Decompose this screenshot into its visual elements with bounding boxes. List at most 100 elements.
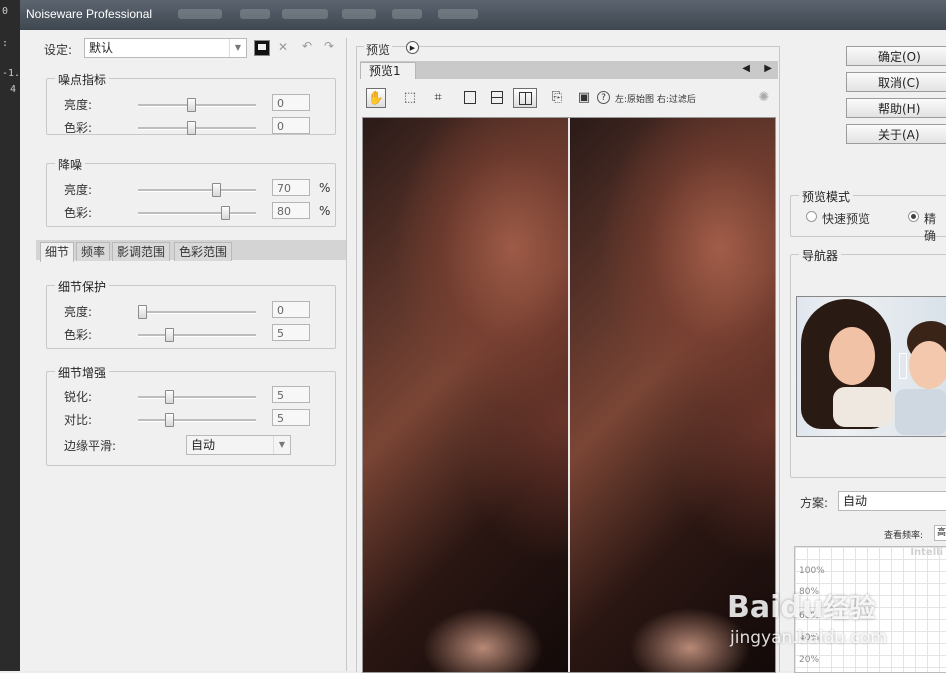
noise-brightness-value[interactable]: 0	[272, 94, 310, 111]
redo-icon[interactable]: ↷	[324, 39, 334, 53]
save-icon[interactable]	[254, 40, 270, 56]
denoise-brightness-value[interactable]: 70	[272, 179, 310, 196]
title-bar[interactable]: Noiseware Professional	[20, 0, 946, 30]
detail-enhance-title: 细节增强	[55, 364, 110, 381]
preset-value: 默认	[89, 41, 114, 55]
split-vertical-icon[interactable]	[513, 88, 537, 108]
navigator-viewport[interactable]	[899, 353, 907, 379]
host-glyph: 4	[10, 84, 17, 95]
preview-image[interactable]	[362, 117, 776, 673]
preview-tabbar: 预览1 ◀ ▶	[360, 61, 778, 79]
watermark-url: jingyan.baidu.com	[730, 628, 887, 648]
navigator-thumbnail[interactable]	[796, 296, 946, 437]
host-glyph: :	[2, 38, 9, 49]
graph-title: Intelli	[910, 547, 943, 558]
color-label: 色彩:	[64, 206, 93, 220]
cancel-button[interactable]: 取消(C)	[846, 72, 946, 92]
denoise-brightness-slider[interactable]	[138, 183, 256, 197]
noise-color-value[interactable]: 0	[272, 117, 310, 134]
tab-tonal-range[interactable]: 影调范围	[112, 242, 171, 261]
chevron-down-icon[interactable]: ▼	[273, 436, 290, 454]
navigator-title: 导航器	[799, 247, 842, 264]
edge-smooth-select[interactable]: 自动 ▼	[186, 435, 291, 455]
tab-detail[interactable]: 细节	[40, 242, 75, 262]
chevron-left-icon[interactable]: ◀	[742, 63, 750, 74]
brightness-label: 亮度:	[64, 183, 93, 197]
tab-frequency[interactable]: 频率	[76, 242, 111, 261]
denoise-color-value[interactable]: 80	[272, 202, 310, 219]
protect-brightness-value[interactable]: 0	[272, 301, 310, 318]
crop-select-icon[interactable]: ⌗	[428, 88, 448, 108]
single-view-icon[interactable]	[460, 88, 480, 108]
detail-protect-title: 细节保护	[55, 278, 110, 295]
export-icon[interactable]: ⎘	[547, 88, 567, 108]
noise-level-title: 噪点指标	[55, 71, 110, 88]
fast-preview-radio[interactable]	[806, 211, 817, 222]
scheme-select[interactable]: 自动	[838, 491, 946, 511]
preview-header: 预览 ▶	[352, 38, 778, 58]
noise-brightness-slider[interactable]	[138, 98, 256, 112]
detail-tabstrip: 细节 频率 影调范围 色彩范围	[36, 240, 346, 262]
lasso-icon[interactable]: ⬚	[400, 88, 420, 108]
slider-thumb[interactable]	[221, 206, 230, 220]
slider-thumb[interactable]	[187, 121, 196, 135]
color-label: 色彩:	[64, 121, 93, 135]
window-title: Noiseware Professional	[26, 7, 153, 21]
edge-smooth-label: 边缘平滑:	[64, 439, 117, 453]
accurate-preview-radio[interactable]	[908, 211, 919, 222]
settings-panel: 设定: 默认 ▼ ✕ ↶ ↷ 噪点指标 亮度: 0 色彩: 0 降噪 亮度: 7…	[36, 38, 347, 671]
play-icon[interactable]: ▶	[406, 41, 419, 54]
preview-hint: 左:原始图 右:过滤后	[615, 95, 696, 105]
contrast-value[interactable]: 5	[272, 409, 310, 426]
undo-icon[interactable]: ↶	[302, 39, 312, 53]
chevron-down-icon[interactable]: ▼	[229, 39, 246, 57]
clipboard-icon[interactable]: ▣	[574, 88, 594, 108]
accurate-preview-label[interactable]: 精确	[924, 210, 946, 244]
contrast-slider[interactable]	[138, 413, 256, 427]
tab-color-range[interactable]: 色彩范围	[174, 242, 233, 261]
sharpen-label: 锐化:	[64, 390, 93, 404]
slider-thumb[interactable]	[165, 328, 174, 342]
blurred-menu	[438, 9, 478, 19]
graph-tick: 100%	[799, 566, 825, 576]
protect-color-value[interactable]: 5	[272, 324, 310, 341]
delete-icon[interactable]: ✕	[278, 40, 288, 54]
watermark-brand: Baidu	[727, 590, 824, 625]
hand-tool-icon[interactable]: ✋	[366, 88, 386, 108]
slider-thumb[interactable]	[138, 305, 147, 319]
tab-preview1[interactable]: 预览1	[360, 62, 416, 79]
settings-label: 设定:	[44, 43, 73, 57]
brightness-label: 亮度:	[64, 305, 93, 319]
denoise-color-slider[interactable]	[138, 206, 256, 220]
slider-thumb[interactable]	[165, 390, 174, 404]
help-icon[interactable]: ?	[594, 88, 614, 108]
scheme-value: 自动	[843, 494, 868, 508]
fast-preview-label[interactable]: 快速预览	[822, 210, 870, 227]
about-button[interactable]: 关于(A)	[846, 124, 946, 144]
sharpen-value[interactable]: 5	[272, 386, 310, 403]
sharpen-slider[interactable]	[138, 390, 256, 404]
blurred-menu	[342, 9, 376, 19]
protect-color-slider[interactable]	[138, 328, 256, 342]
slider-thumb[interactable]	[212, 183, 221, 197]
chevron-right-icon[interactable]: ▶	[764, 63, 772, 74]
noise-color-slider[interactable]	[138, 121, 256, 135]
original-half	[363, 118, 568, 672]
protect-brightness-slider[interactable]	[138, 305, 256, 319]
view-frequency-label: 查看频率:	[884, 531, 924, 541]
slider-thumb[interactable]	[187, 98, 196, 112]
color-label: 色彩:	[64, 328, 93, 342]
brightness-label: 亮度:	[64, 98, 93, 112]
denoise-title: 降噪	[55, 156, 86, 173]
graph-tick: 20%	[799, 655, 820, 665]
percent-unit: %	[319, 181, 331, 195]
preview-title: 预览	[364, 41, 393, 58]
view-frequency-select[interactable]: 高	[934, 525, 946, 541]
slider-thumb[interactable]	[165, 413, 174, 427]
preset-select[interactable]: 默认 ▼	[84, 38, 247, 58]
split-horizontal-icon[interactable]	[487, 88, 507, 108]
help-button[interactable]: 帮助(H)	[846, 98, 946, 118]
host-glyph: 0	[2, 6, 9, 17]
percent-unit: %	[319, 204, 331, 218]
ok-button[interactable]: 确定(O)	[846, 46, 946, 66]
